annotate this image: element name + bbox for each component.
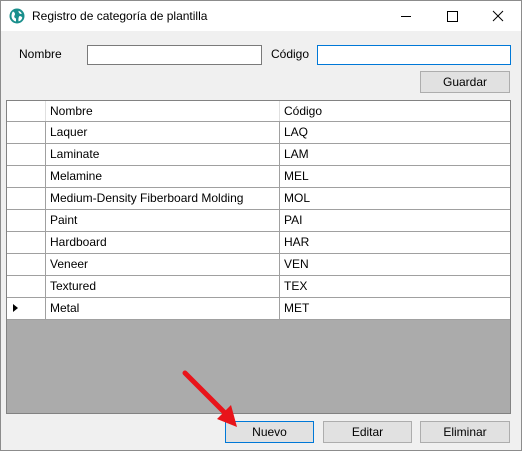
row-header[interactable]: [7, 254, 46, 275]
maximize-button[interactable]: [429, 1, 475, 31]
cell-nombre[interactable]: Paint: [46, 210, 280, 231]
column-header-codigo[interactable]: Código: [280, 101, 510, 121]
cell-codigo[interactable]: MET: [280, 298, 510, 319]
table-row[interactable]: Textured TEX: [7, 276, 510, 298]
cell-nombre[interactable]: Metal: [46, 298, 280, 319]
nombre-label: Nombre: [19, 47, 62, 61]
table-row[interactable]: Metal MET: [7, 298, 510, 320]
table-row[interactable]: Laminate LAM: [7, 144, 510, 166]
row-header[interactable]: [7, 166, 46, 187]
row-header-corner[interactable]: [7, 101, 46, 121]
table-row[interactable]: Laquer LAQ: [7, 122, 510, 144]
globe-app-icon: [9, 8, 25, 24]
cell-nombre[interactable]: Melamine: [46, 166, 280, 187]
window-title: Registro de categoría de plantilla: [32, 9, 208, 23]
title-bar[interactable]: Registro de categoría de plantilla: [1, 1, 521, 31]
row-header[interactable]: [7, 210, 46, 231]
cell-codigo[interactable]: MEL: [280, 166, 510, 187]
row-header[interactable]: [7, 188, 46, 209]
row-header[interactable]: [7, 144, 46, 165]
cell-nombre[interactable]: Veneer: [46, 254, 280, 275]
current-row-arrow-icon: [13, 304, 18, 312]
codigo-input[interactable]: [317, 45, 511, 65]
guardar-button[interactable]: Guardar: [420, 71, 510, 93]
categories-grid[interactable]: Nombre Código Laquer LAQ Laminate LAM Melami…: [6, 100, 511, 414]
close-icon: [492, 10, 504, 22]
eliminar-button[interactable]: Eliminar: [420, 421, 510, 443]
minimize-icon: [401, 16, 411, 17]
cell-codigo[interactable]: MOL: [280, 188, 510, 209]
table-row[interactable]: Veneer VEN: [7, 254, 510, 276]
table-row[interactable]: Medium-Density Fiberboard Molding MOL: [7, 188, 510, 210]
cell-nombre[interactable]: Textured: [46, 276, 280, 297]
cell-nombre[interactable]: Laquer: [46, 122, 280, 143]
cell-nombre[interactable]: Laminate: [46, 144, 280, 165]
nuevo-button[interactable]: Nuevo: [225, 421, 314, 443]
cell-codigo[interactable]: TEX: [280, 276, 510, 297]
cell-codigo[interactable]: LAQ: [280, 122, 510, 143]
row-header[interactable]: [7, 276, 46, 297]
app-window: Registro de categoría de plantilla Nombr…: [0, 0, 522, 451]
minimize-button[interactable]: [383, 1, 429, 31]
grid-header: Nombre Código: [7, 101, 510, 122]
column-header-nombre[interactable]: Nombre: [46, 101, 280, 121]
cell-codigo[interactable]: LAM: [280, 144, 510, 165]
table-row[interactable]: Melamine MEL: [7, 166, 510, 188]
nombre-input[interactable]: [87, 45, 262, 65]
row-header[interactable]: [7, 122, 46, 143]
row-header[interactable]: [7, 232, 46, 253]
codigo-label: Código: [271, 47, 310, 61]
editar-button[interactable]: Editar: [323, 421, 412, 443]
cell-codigo[interactable]: PAI: [280, 210, 510, 231]
table-row[interactable]: Hardboard HAR: [7, 232, 510, 254]
row-header[interactable]: [7, 298, 46, 319]
cell-nombre[interactable]: Hardboard: [46, 232, 280, 253]
cell-codigo[interactable]: VEN: [280, 254, 510, 275]
grid-rows: Laquer LAQ Laminate LAM Melamine MEL Medium-De…: [7, 122, 510, 320]
cell-nombre[interactable]: Medium-Density Fiberboard Molding: [46, 188, 280, 209]
maximize-icon: [447, 11, 458, 22]
cell-codigo[interactable]: HAR: [280, 232, 510, 253]
table-row[interactable]: Paint PAI: [7, 210, 510, 232]
close-button[interactable]: [475, 1, 521, 31]
